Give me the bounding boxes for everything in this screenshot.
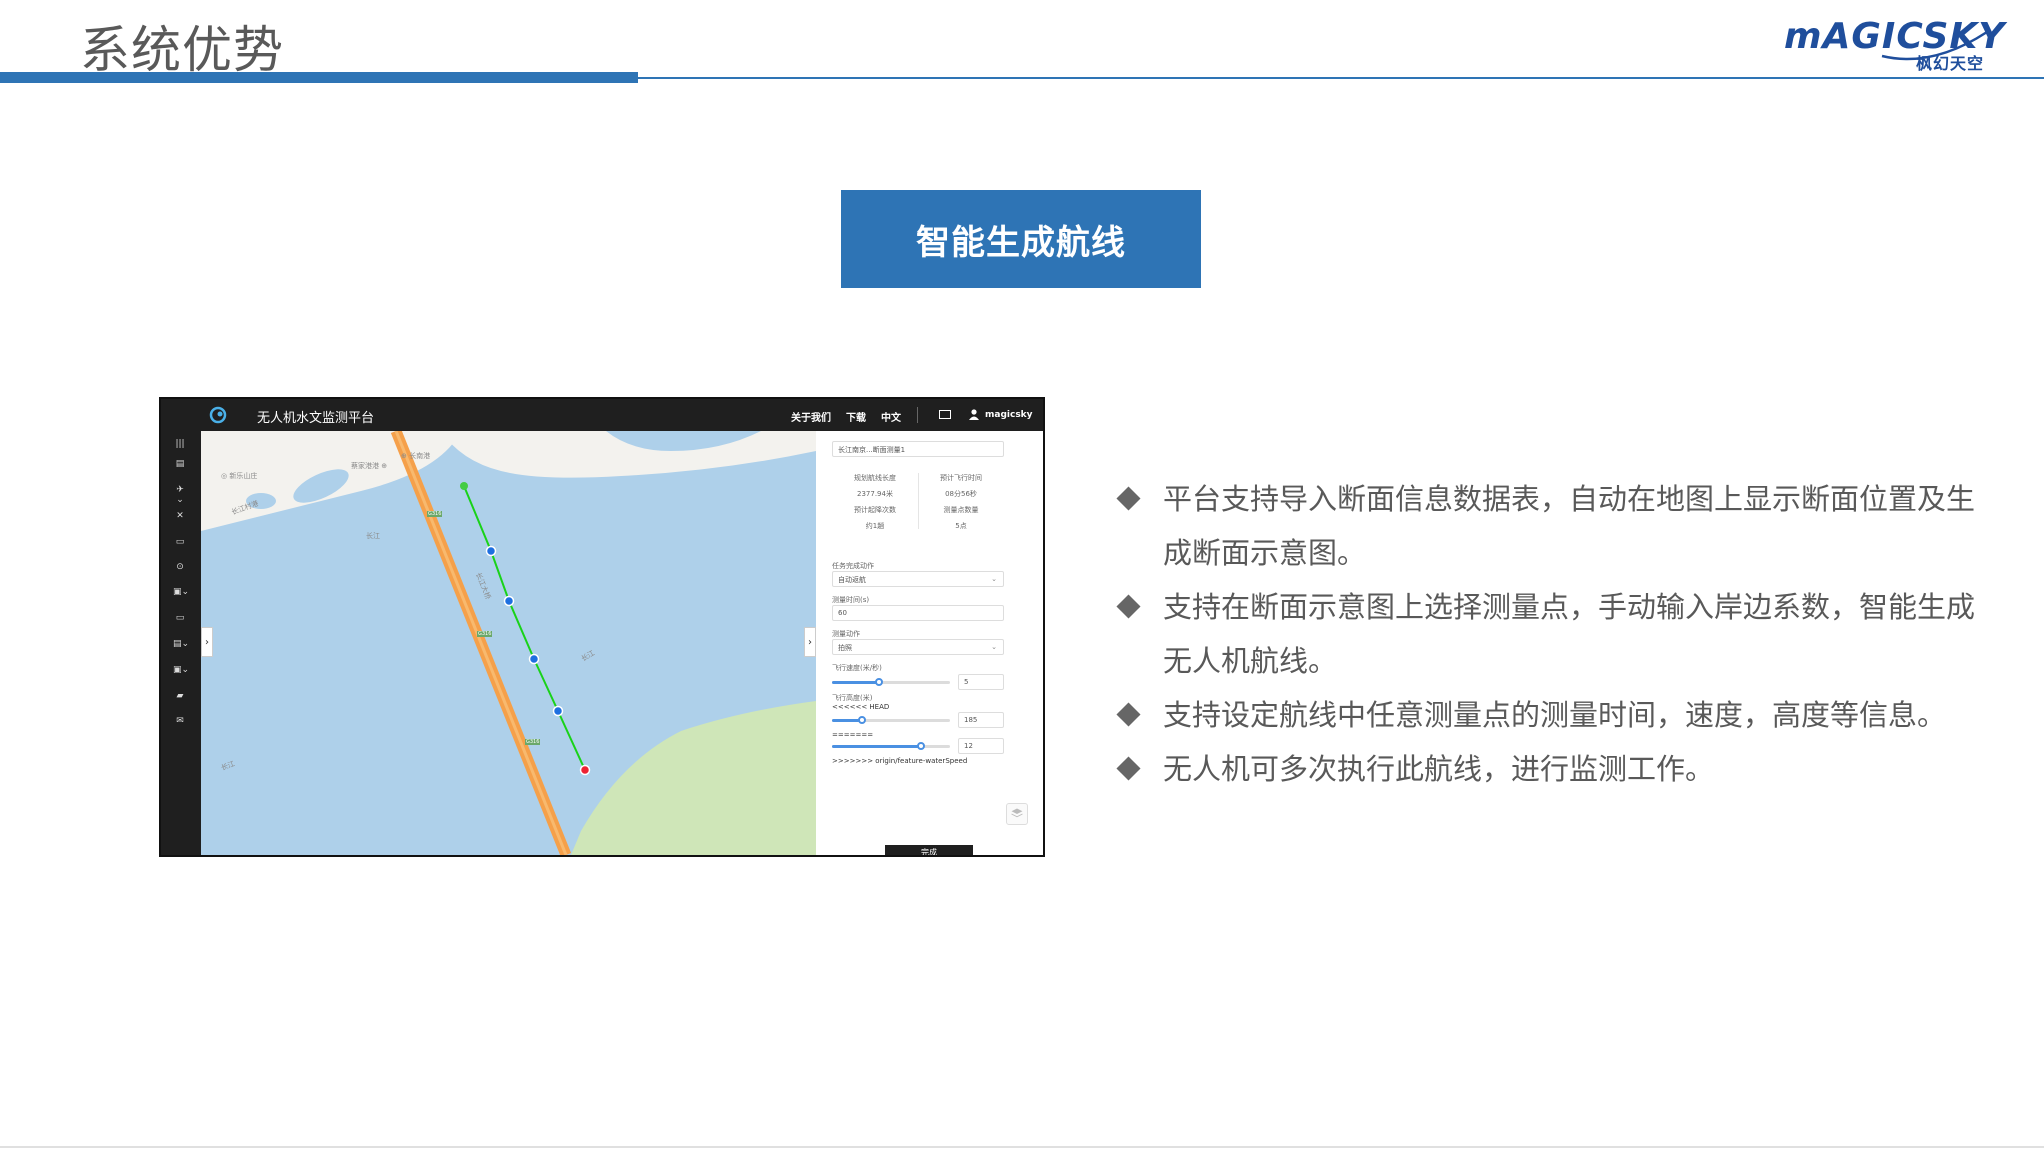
username-label[interactable]: magicsky: [985, 410, 1033, 420]
diamond-bullet-icon: [1116, 702, 1141, 727]
nav-language-link[interactable]: 中文: [881, 409, 901, 424]
report-icon[interactable]: ▭: [173, 613, 187, 623]
nav-about-link[interactable]: 关于我们: [791, 409, 831, 424]
map-road-shield-2: G316: [477, 631, 493, 637]
map-label-village: ◎ 新乐山庄: [221, 472, 258, 480]
list-icon[interactable]: ▭: [173, 537, 187, 547]
map-view[interactable]: ◎ 新乐山庄 长江村港 蔡家港港 ⊕ ⊕ 长南港 长江 长江 长江 G316 G…: [201, 431, 816, 855]
speed-label: 飞行速度(米/秒): [832, 664, 882, 672]
speed-slider-knob[interactable]: [875, 678, 884, 686]
route-settings-panel: 长江南京...断面测量1 规划航线长度 2377.94米 预计飞行时间 08分5…: [816, 431, 1043, 855]
extra-slider-knob[interactable]: [916, 742, 925, 750]
chat-icon[interactable]: ▰: [173, 691, 187, 701]
header-accent-bar: [0, 72, 638, 83]
extra-slider-fill: [832, 745, 921, 748]
height-label: 飞行高度(米): [832, 694, 873, 702]
extra-slider[interactable]: [832, 742, 950, 750]
drone-icon[interactable]: ✈⌄: [173, 485, 187, 505]
map-icon[interactable]: ▤: [173, 459, 187, 469]
bullet-text: 无人机可多次执行此航线，进行监测工作。: [1163, 752, 1715, 786]
height-input[interactable]: 185: [958, 712, 1004, 728]
map-road-shield-1: G316: [427, 511, 443, 517]
stat-value-length: 2377.94米: [857, 490, 893, 498]
section-title-button: 智能生成航线: [841, 190, 1201, 288]
route-stats: 规划航线长度 2377.94米 预计飞行时间 08分56秒 预计起降次数 约1趟…: [832, 469, 1004, 535]
app-topbar: 无人机水文监测平台 关于我们 下载 中文 magicsky: [161, 399, 1043, 431]
bullet-text: 支持设定航线中任意测量点的测量时间，速度，高度等信息。: [1163, 698, 1947, 732]
diamond-bullet-icon: [1116, 756, 1141, 781]
app-title: 无人机水文监测平台: [257, 411, 375, 426]
archive-icon[interactable]: ▣⌄: [173, 665, 189, 675]
chevron-down-icon: ⌄: [991, 575, 997, 583]
map-label-top-2: ⊕ 长南港: [401, 452, 431, 460]
map-canvas: [201, 431, 816, 855]
route-start-point: [460, 482, 468, 490]
stat-value-takeoffs: 约1趟: [865, 522, 885, 530]
task-icon[interactable]: ▣⌄: [173, 587, 189, 597]
layers-icon[interactable]: [1006, 803, 1028, 825]
mode-select[interactable]: 自动返航 ⌄: [832, 571, 1004, 587]
diamond-bullet-icon: [1116, 594, 1141, 619]
bullet-text: 平台支持导入断面信息数据表，自动在地图上显示断面位置及生成断面示意图。: [1163, 482, 1976, 570]
section-select[interactable]: 长江南京...断面测量1: [832, 441, 1004, 457]
map-right-toggle[interactable]: ›: [804, 627, 816, 657]
merge-divider-text: =======: [832, 731, 874, 739]
height-note: <<<<<< HEAD: [832, 703, 890, 711]
tools-icon[interactable]: ✕: [173, 511, 187, 521]
stat-value-time: 08分56秒: [945, 490, 977, 498]
mode-select-value: 自动返航: [838, 576, 866, 584]
action-label: 测量动作: [832, 630, 860, 638]
menu-icon[interactable]: |||: [173, 439, 187, 449]
mode-label: 任务完成动作: [832, 562, 874, 570]
speed-slider[interactable]: [832, 678, 950, 686]
user-icon[interactable]: [969, 409, 979, 420]
map-label-top-1: 蔡家港港 ⊕: [351, 462, 388, 470]
app-sidebar: ||| ▤ ✈⌄ ✕ ▭ ⊙ ▣⌄ ▭ ▤⌄ ▣⌄ ▰ ✉: [161, 431, 201, 855]
stat-label-takeoffs: 预计起降次数: [854, 506, 896, 514]
merge-footer-note: >>>>>>> origin/feature-waterSpeed: [832, 757, 968, 765]
location-icon[interactable]: ⊙: [173, 562, 187, 572]
speed-input[interactable]: 5: [958, 674, 1004, 690]
logo-subtitle: 枫幻天空: [1916, 54, 1985, 73]
map-road-shield-3: G316: [525, 739, 541, 745]
stat-separator: [918, 473, 919, 529]
stat-label-length: 规划航线长度: [854, 474, 896, 482]
stat-label-points: 测量点数量: [943, 506, 979, 514]
chevron-down-icon: ⌄: [991, 643, 997, 651]
slide-bottom-line: [0, 1146, 2044, 1148]
speed-slider-fill: [832, 681, 880, 684]
app-logo-icon: [209, 406, 227, 424]
extra-input[interactable]: 12: [958, 738, 1004, 754]
diamond-bullet-icon: [1116, 486, 1141, 511]
hover-time-input[interactable]: 60: [832, 605, 1004, 621]
action-select[interactable]: 拍照 ⌄: [832, 639, 1004, 655]
stat-value-points: 5点: [955, 522, 967, 530]
map-left-toggle[interactable]: ›: [201, 627, 213, 657]
stat-label-time: 预计飞行时间: [940, 474, 982, 482]
map-label-river-1: 长江: [366, 532, 380, 540]
data-icon[interactable]: ▤⌄: [173, 639, 189, 649]
header-divider-line: [638, 77, 2044, 79]
bullet-text: 支持在断面示意图上选择测量点，手动输入岸边系数，智能生成无人机航线。: [1163, 590, 1976, 678]
submit-button[interactable]: 完成: [885, 845, 973, 855]
nav-download-link[interactable]: 下载: [846, 409, 866, 424]
mail-icon[interactable]: [939, 410, 951, 419]
sidebar-mail-icon[interactable]: ✉: [173, 716, 187, 726]
height-slider-knob[interactable]: [857, 716, 866, 724]
height-slider[interactable]: [832, 716, 950, 724]
hover-time-label: 测量时间(s): [832, 596, 870, 604]
app-screenshot: 无人机水文监测平台 关于我们 下载 中文 magicsky ||| ▤ ✈⌄ ✕…: [159, 397, 1045, 857]
action-select-value: 拍照: [838, 644, 852, 652]
company-logo: mAGICSKY 枫幻天空: [1782, 12, 2004, 73]
nav-divider: [917, 407, 918, 423]
